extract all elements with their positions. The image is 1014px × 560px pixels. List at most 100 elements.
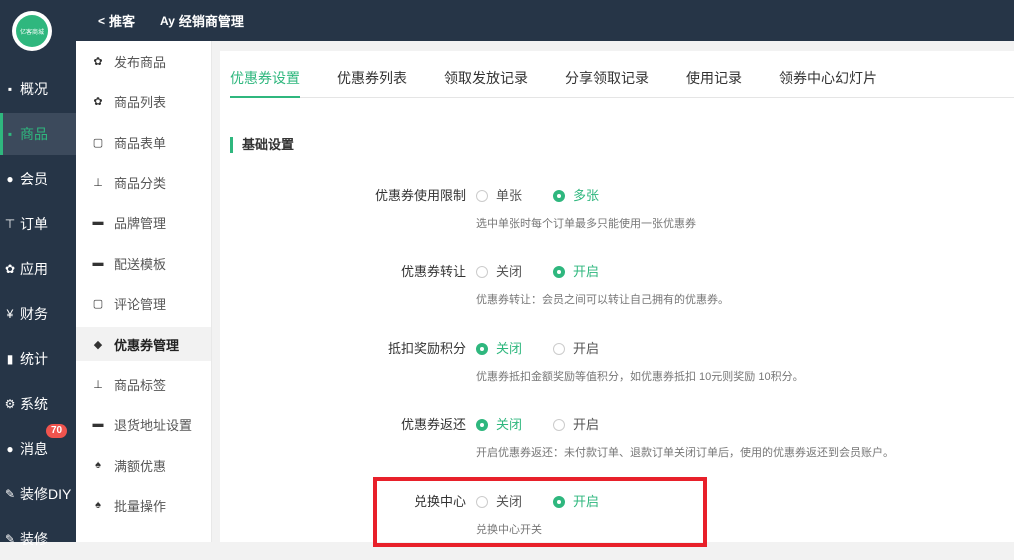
truck-icon: ▬ [92, 257, 104, 269]
highlight-box [373, 477, 707, 547]
members-icon: ● [6, 172, 14, 186]
tab-coupon-settings[interactable]: 优惠券设置 [230, 59, 300, 98]
subnav-item-goods-list[interactable]: ✿ 商品列表 [76, 84, 211, 118]
nav-item-label: 系统 [20, 396, 48, 412]
nav-item-goods[interactable]: ▪ 商品 [0, 113, 76, 155]
main-content: 优惠券设置 优惠券列表 领取发放记录 分享领取记录 使用记录 领券中心幻灯片 基… [220, 51, 1014, 542]
radio-circle [553, 190, 565, 202]
subnav-item-comments[interactable]: ▢ 评论管理 [76, 286, 211, 320]
unread-badge: 70 [46, 424, 68, 438]
nav-item-apps[interactable]: ✿ 应用 [0, 248, 76, 290]
logo-mark: 亿客商城 [16, 15, 48, 47]
sitemap-icon: ⊥ [93, 378, 103, 391]
top-link-label: 经销商管理 [178, 14, 244, 29]
radio-circle [476, 190, 488, 202]
logo[interactable]: 亿客商城 [12, 11, 52, 51]
subnav-item-goods-form[interactable]: ▢ 商品表单 [76, 125, 211, 159]
nav-item-label: 会员 [20, 171, 48, 187]
subnav-item-return-address[interactable]: ▬ 退货地址设置 [76, 407, 211, 441]
setting-label: 优惠券使用限制 [374, 188, 466, 203]
radio-off[interactable]: 关闭 [476, 416, 522, 434]
tab-usage-records[interactable]: 使用记录 [686, 59, 742, 97]
top-link-tuike[interactable]: < 推客 [98, 11, 135, 30]
setting-help: 优惠券转让：会员之间可以转让自己拥有的优惠券。 [476, 294, 729, 306]
briefcase-icon: ▬ [92, 216, 104, 228]
setting-label: 抵扣奖励积分 [387, 341, 466, 356]
nav-item-label: 消息 [20, 441, 48, 457]
subnav-item-label: 批量操作 [114, 498, 167, 514]
sitemap-icon: ⊥ [93, 176, 103, 189]
nav-item-members[interactable]: ● 会员 [0, 158, 76, 200]
nav-item-label: 统计 [20, 351, 48, 367]
subnav-item-label: 配送模板 [114, 256, 167, 272]
yen-icon: ¥ [6, 307, 14, 321]
radio-circle [553, 266, 565, 278]
radio-on[interactable]: 开启 [553, 416, 599, 434]
subnav-item-brand[interactable]: ▬ 品牌管理 [76, 205, 211, 239]
nav-item-overview[interactable]: ▪ 概况 [0, 68, 76, 110]
nav-item-orders[interactable]: ⊤ 订单 [0, 203, 76, 245]
goods-icon: ▪ [7, 127, 13, 141]
radio-off[interactable]: 关闭 [476, 340, 522, 358]
subnav-item-publish[interactable]: ✿ 发布商品 [76, 44, 211, 78]
tab-coupon-list[interactable]: 优惠券列表 [337, 59, 407, 97]
nav-item-stats[interactable]: ▮ 统计 [0, 338, 76, 380]
radio-label: 关闭 [496, 417, 523, 432]
setting-help: 优惠券抵扣金额奖励等值积分，如优惠券抵扣 10元则奖励 10积分。 [476, 371, 804, 383]
subnav-item-batch[interactable]: ♠ 批量操作 [76, 488, 211, 522]
tab-bar: 优惠券设置 优惠券列表 领取发放记录 分享领取记录 使用记录 领券中心幻灯片 [230, 59, 1014, 98]
sub-nav: ✿ 发布商品 ✿ 商品列表 ▢ 商品表单 ⊥ 商品分类 ▬ 品牌管理 ▬ 配送模板 ▢ 评论管… [76, 41, 212, 542]
radio-circle [553, 343, 565, 355]
nav-item-label: 装修DIY [20, 486, 72, 502]
top-link-dealer[interactable]: Ay 经销商管理 [160, 11, 244, 30]
tab-issue-records[interactable]: 领取发放记录 [444, 59, 528, 97]
radio-label: 单张 [496, 188, 523, 203]
truck-icon: ▬ [92, 418, 104, 430]
tab-coupon-center-slides[interactable]: 领券中心幻灯片 [779, 59, 877, 97]
radio-label: 开启 [573, 417, 600, 432]
subnav-item-label: 评论管理 [114, 296, 167, 312]
radio-single[interactable]: 单张 [476, 187, 522, 205]
nav-item-decor-diy[interactable]: ✎ 装修DIY [0, 473, 76, 515]
comment-icon: ▢ [92, 297, 104, 310]
subnav-item-shipping[interactable]: ▬ 配送模板 [76, 246, 211, 280]
tab-share-records[interactable]: 分享领取记录 [565, 59, 649, 97]
nav-item-label: 财务 [20, 306, 48, 322]
setting-help: 开启优惠券返还：未付款订单、退款订单关闭订单后，使用的优惠券返还到会员账户。 [476, 447, 894, 459]
brush-icon: ✎ [4, 487, 16, 501]
nav-item-label: 订单 [20, 216, 48, 232]
share-icon: < [98, 13, 106, 28]
subnav-item-label: 退货地址设置 [114, 417, 193, 433]
radio-multiple[interactable]: 多张 [553, 187, 599, 205]
brush-icon: ✎ [4, 532, 16, 546]
overview-icon: ▪ [7, 82, 13, 96]
radio-on[interactable]: 开启 [553, 263, 599, 281]
subnav-item-tags[interactable]: ⊥ 商品标签 [76, 367, 211, 401]
radio-on[interactable]: 开启 [553, 340, 599, 358]
gift-icon: ♠ [95, 459, 101, 471]
subnav-item-category[interactable]: ⊥ 商品分类 [76, 165, 211, 199]
chart-icon: ▮ [6, 352, 14, 366]
left-nav: ▪ 概况 ▪ 商品 ● 会员 ⊤ 订单 ✿ 应用 ¥ 财务 ▮ 统计 ⚙ 系统 ● 消息 70 ✎ 装… [0, 41, 76, 547]
radio-circle [553, 419, 565, 431]
nav-item-system[interactable]: ⚙ 系统 [0, 383, 76, 425]
radio-label: 多张 [573, 188, 600, 203]
radio-off[interactable]: 关闭 [476, 263, 522, 281]
setting-label: 优惠券返还 [400, 417, 466, 432]
tag-icon: ◆ [93, 338, 103, 351]
radio-circle [476, 266, 488, 278]
nav-item-decor[interactable]: ✎ 装修 [0, 518, 76, 560]
radio-label: 关闭 [496, 264, 523, 279]
nav-item-finance[interactable]: ¥ 财务 [0, 293, 76, 335]
subnav-item-label: 优惠券管理 [114, 337, 180, 353]
subnav-item-coupons[interactable]: ◆ 优惠券管理 [76, 327, 211, 361]
apps-icon: ✿ [93, 95, 103, 108]
apps-icon: ✿ [4, 262, 16, 276]
subnav-item-label: 商品列表 [114, 94, 167, 110]
radio-label: 关闭 [496, 341, 523, 356]
subnav-item-label: 商品标签 [114, 377, 167, 393]
setting-help: 选中单张时每个订单最多只能使用一张优惠券 [476, 218, 696, 230]
subnav-item-full-discount[interactable]: ♠ 满额优惠 [76, 448, 211, 482]
nav-item-messages[interactable]: ● 消息 70 [0, 424, 76, 470]
dealer-icon: Ay [160, 13, 175, 28]
